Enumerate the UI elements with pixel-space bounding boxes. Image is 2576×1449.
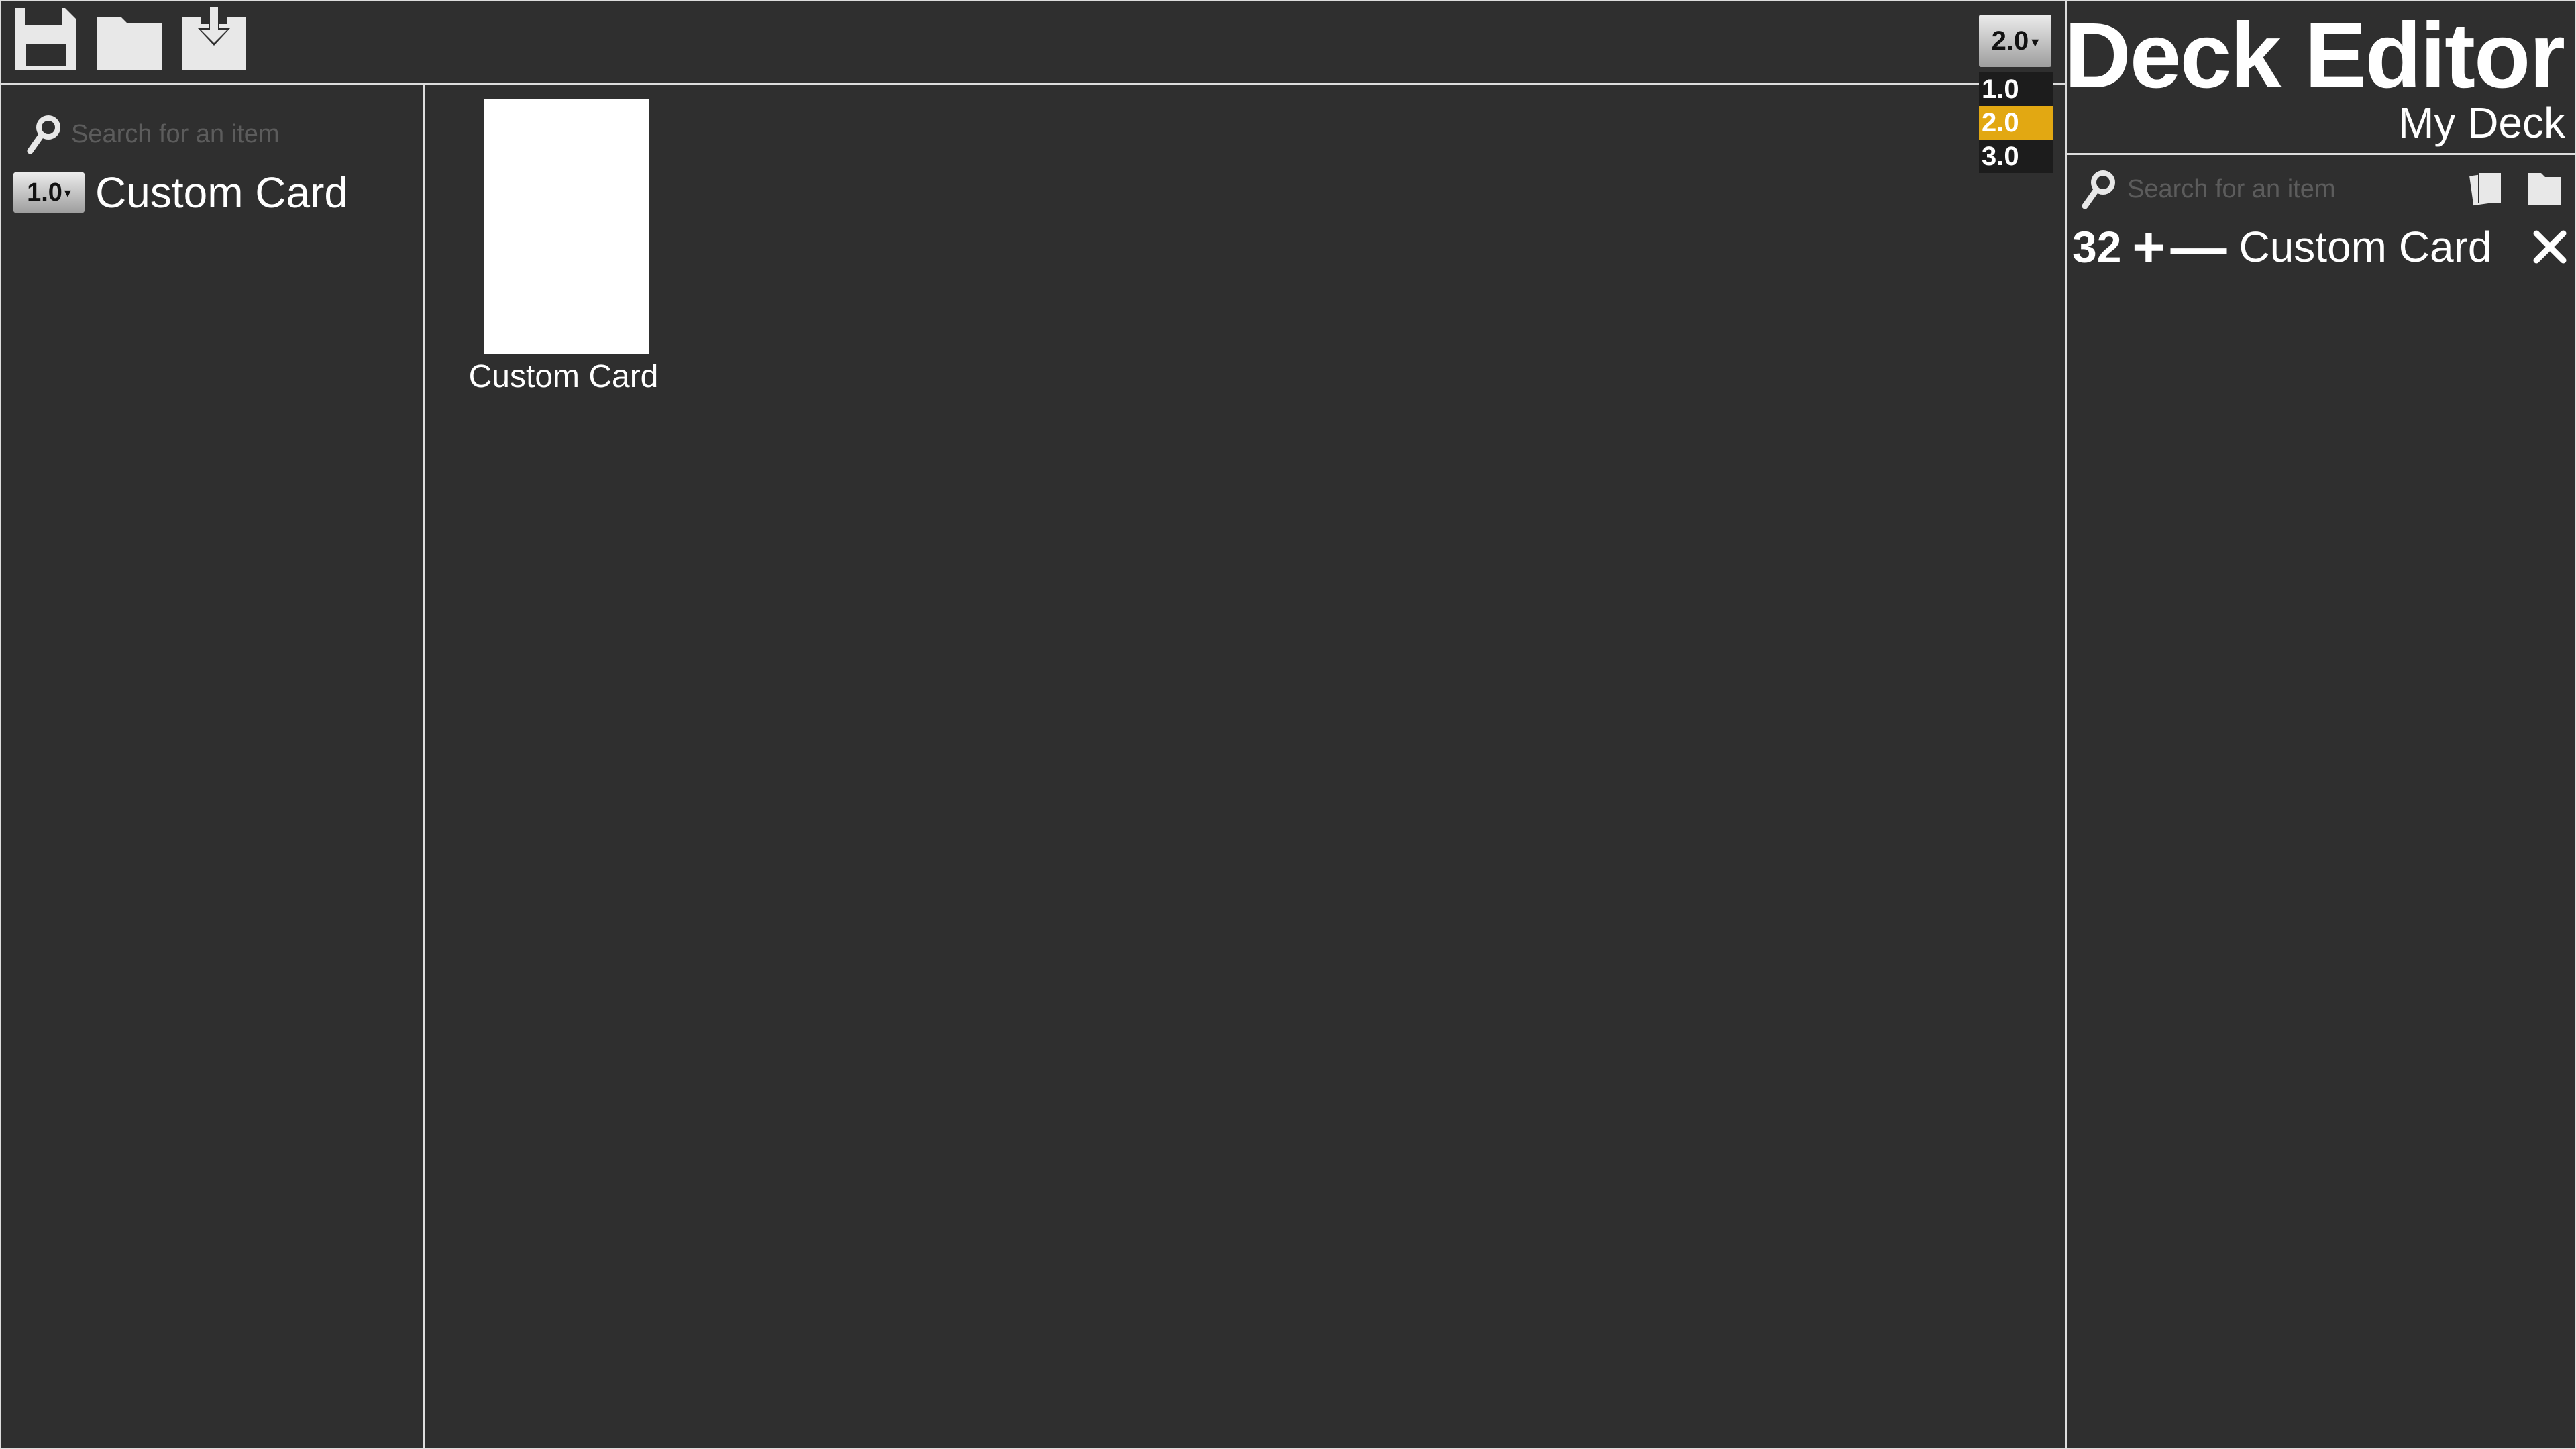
chevron-down-icon: ▾	[2031, 34, 2039, 50]
deck-item: 32 + — Custom Card	[2072, 213, 2569, 280]
increment-button[interactable]: +	[2132, 219, 2165, 275]
card-label: Custom Card	[468, 359, 659, 394]
library-search	[27, 114, 420, 154]
save-icon[interactable]	[8, 5, 82, 72]
card-tile[interactable]: Custom Card	[463, 99, 664, 395]
chevron-down-icon: ▾	[64, 185, 71, 201]
folder-icon[interactable]	[93, 5, 166, 72]
folder-icon[interactable]	[2526, 169, 2563, 207]
deck-divider	[2067, 153, 2576, 155]
deck-tools	[2469, 169, 2563, 207]
decrement-button[interactable]: —	[2170, 219, 2226, 275]
version-options-list: 1.0 2.0 3.0	[1979, 72, 2053, 173]
version-dropdown[interactable]: 2.0 ▾	[1979, 15, 2051, 67]
deck-name[interactable]: My Deck	[2398, 98, 2565, 148]
library-item[interactable]: 1.0 ▾ Custom Card	[13, 168, 348, 217]
item-version-dropdown[interactable]: 1.0 ▾	[13, 172, 85, 213]
deck-editor-title: Deck Editor	[2064, 4, 2565, 107]
version-dropdown-value: 2.0	[1991, 25, 2029, 56]
deck-search	[2082, 169, 2436, 209]
library-search-input[interactable]	[71, 119, 420, 149]
cards-icon[interactable]	[2469, 169, 2505, 207]
deck-item-count: 32	[2072, 222, 2122, 272]
item-version-value: 1.0	[27, 178, 62, 207]
import-icon[interactable]	[177, 5, 251, 72]
version-option-2[interactable]: 2.0	[1979, 106, 2053, 140]
search-icon	[27, 114, 63, 154]
toolbar	[0, 0, 2065, 85]
version-option-3[interactable]: 3.0	[1979, 140, 2053, 173]
library-item-label: Custom Card	[95, 168, 348, 217]
search-icon	[2082, 169, 2118, 209]
deck-panel: Deck Editor My Deck 32 + — Cus	[2064, 0, 2576, 1449]
deck-item-label: Custom Card	[2239, 223, 2492, 271]
deck-search-input[interactable]	[2127, 174, 2436, 204]
card-image[interactable]	[484, 99, 649, 354]
close-icon[interactable]	[2531, 228, 2569, 266]
version-option-1[interactable]: 1.0	[1979, 72, 2053, 106]
item-library-panel: 1.0 ▾ Custom Card	[0, 85, 425, 1449]
